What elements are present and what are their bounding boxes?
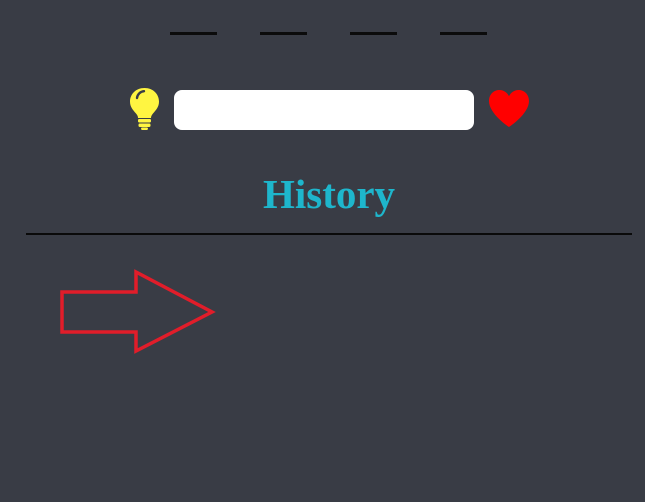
history-title: History — [262, 171, 396, 217]
letter-slot-2 — [260, 32, 307, 35]
lightbulb-icon[interactable] — [128, 86, 161, 130]
guess-input[interactable] — [174, 90, 474, 130]
letter-slot-1 — [170, 32, 217, 35]
arrow-right-outline-icon — [60, 269, 216, 354]
history-divider — [26, 233, 632, 235]
heart-icon[interactable] — [487, 88, 531, 128]
letter-slot-3 — [350, 32, 397, 35]
word-slots — [170, 32, 488, 35]
letter-slot-4 — [440, 32, 487, 35]
